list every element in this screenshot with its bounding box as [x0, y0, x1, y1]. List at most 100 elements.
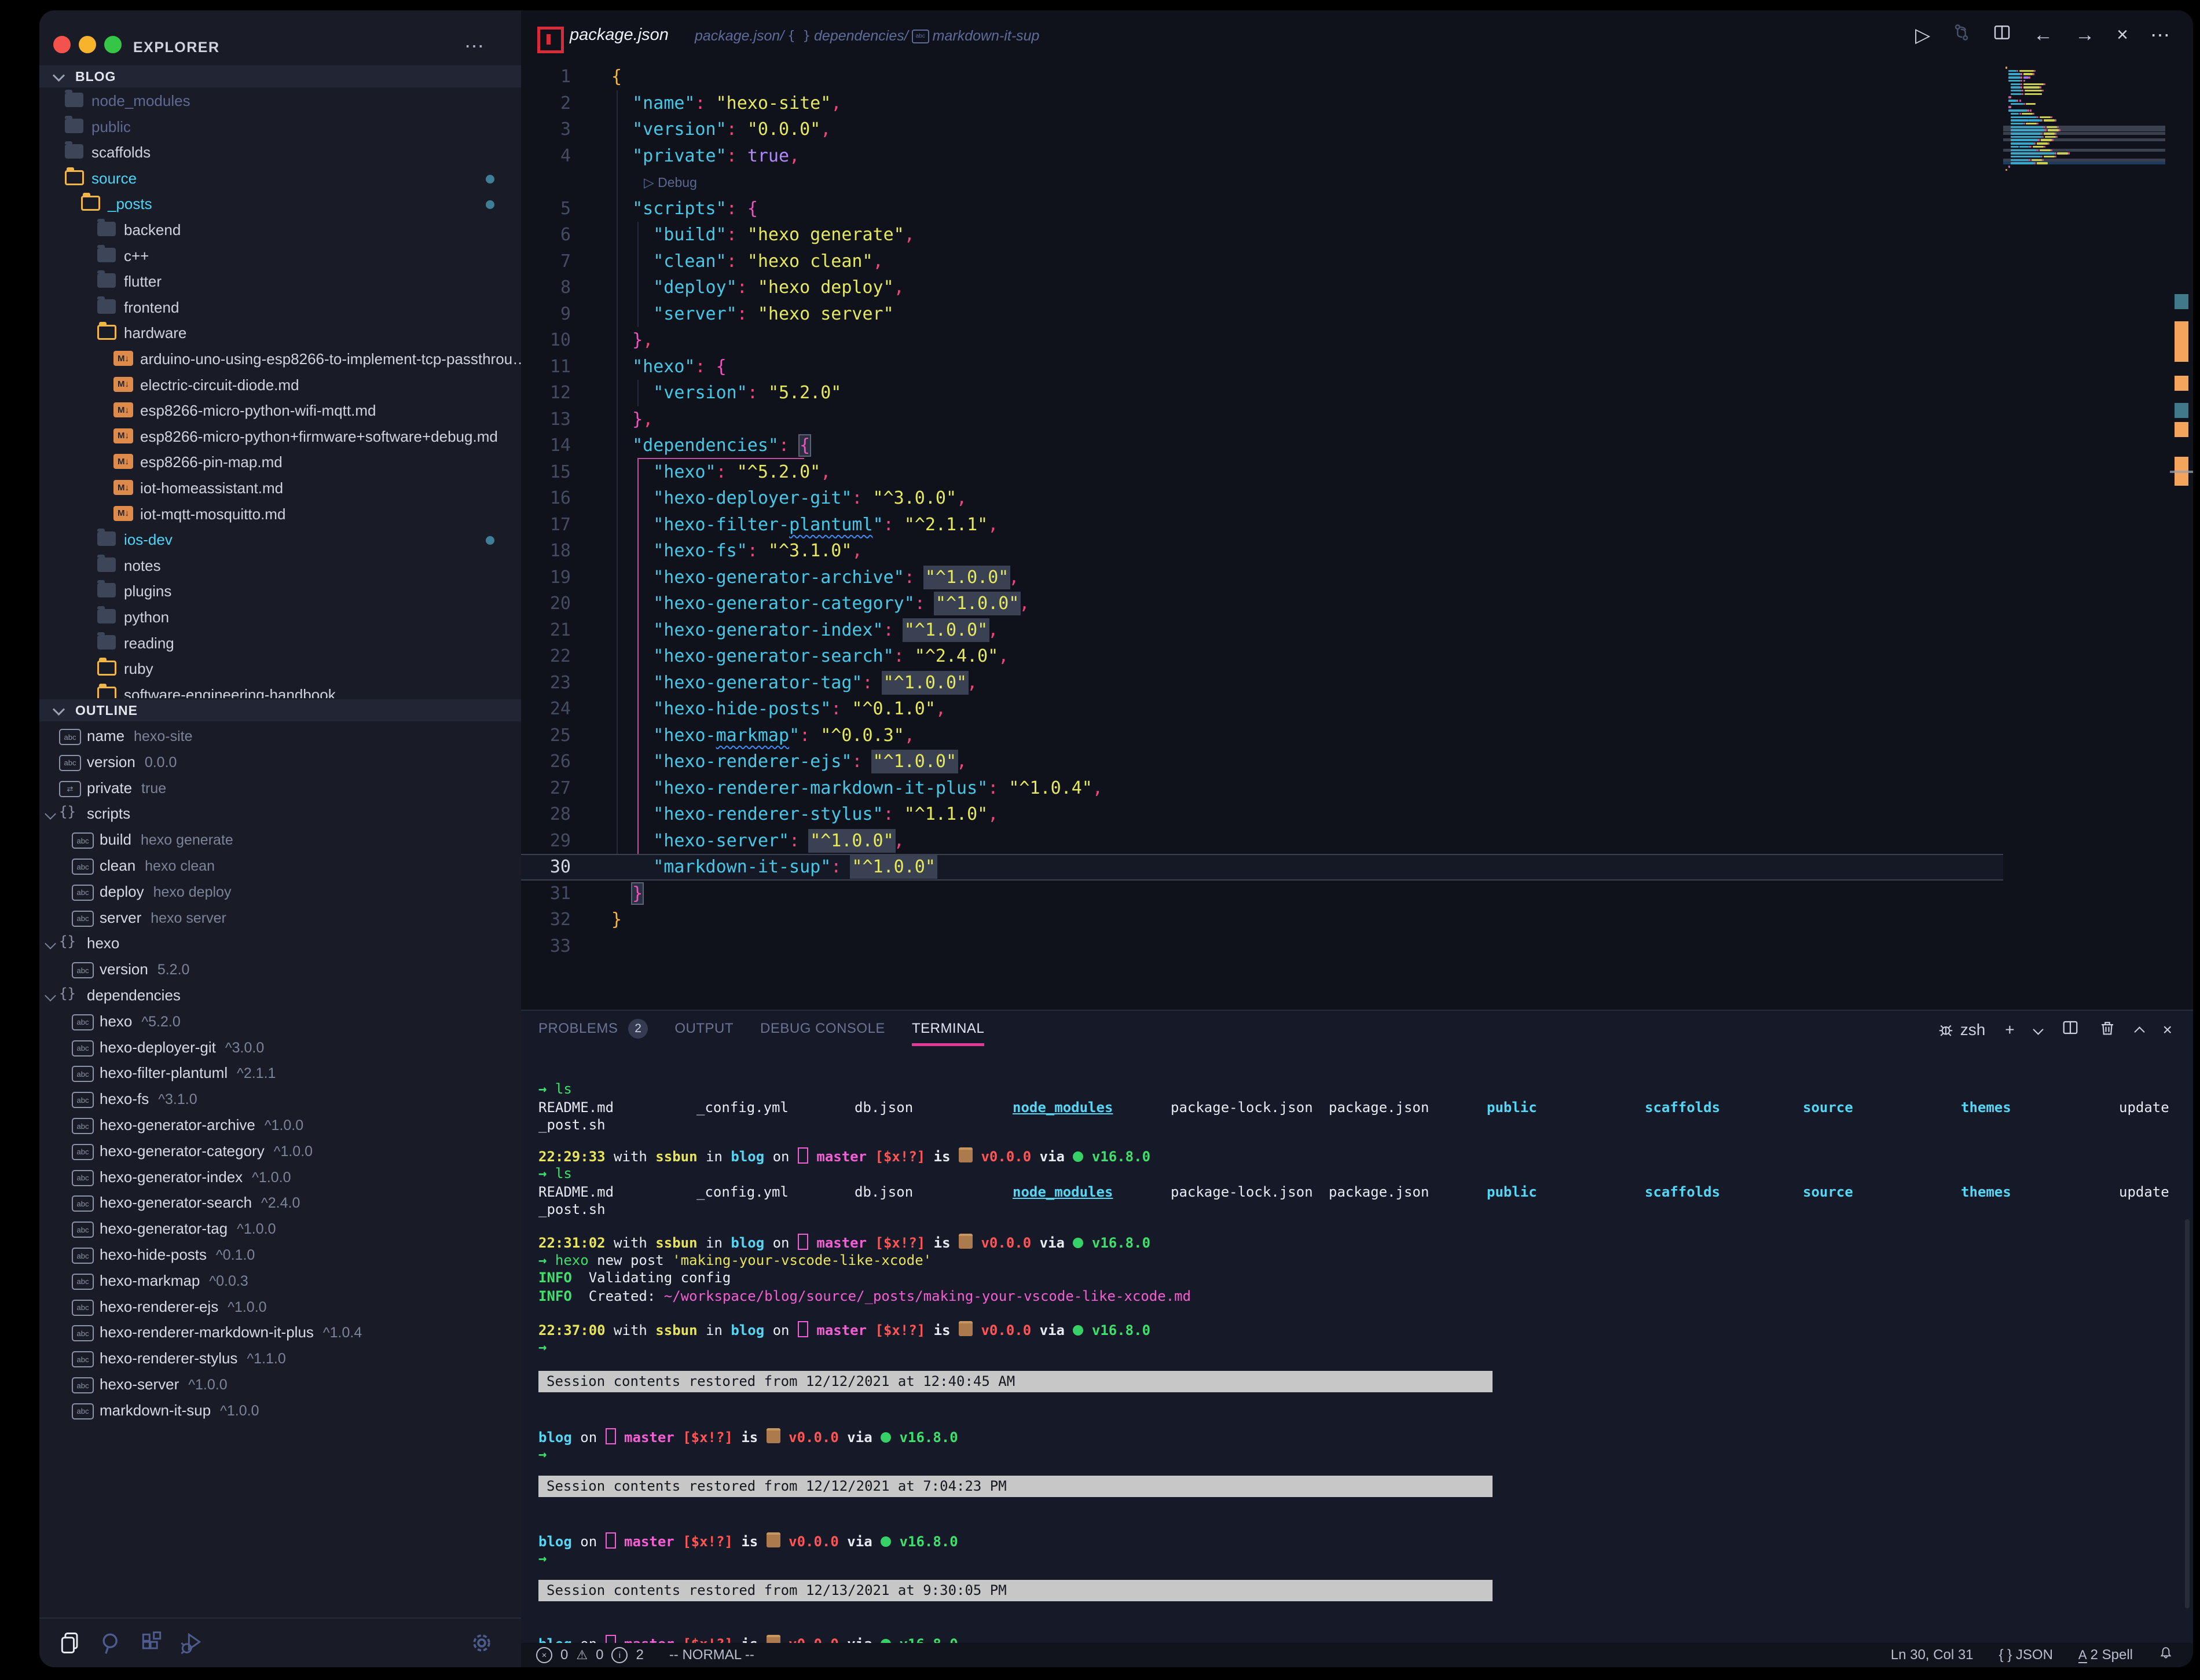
tree-item[interactable]: plugins: [39, 578, 521, 604]
tree-item[interactable]: ios-dev: [39, 527, 521, 552]
breadcrumb-dependencies[interactable]: dependencies/: [814, 28, 908, 45]
code-line[interactable]: 28 "hexo-renderer-stylus": "^1.1.0",: [521, 801, 2193, 828]
split-editor-icon[interactable]: [1993, 23, 2011, 47]
tree-item[interactable]: _posts: [39, 191, 521, 217]
code-line[interactable]: 2 "name": "hexo-site",: [521, 90, 2193, 117]
split-terminal-icon[interactable]: [2062, 1019, 2079, 1040]
code-line[interactable]: 4 "private": true,: [521, 143, 2193, 170]
tree-item[interactable]: source: [39, 166, 521, 191]
code-line[interactable]: 23 "hexo-generator-tag": "^1.0.0",: [521, 670, 2193, 696]
errors-count[interactable]: 0: [560, 1647, 568, 1663]
outline-item[interactable]: abc hexo-generator-tag ^1.0.0: [39, 1216, 521, 1241]
extensions-icon[interactable]: [139, 1630, 164, 1656]
code-line[interactable]: 25 "hexo-markmap": "^0.0.3",: [521, 722, 2193, 749]
new-terminal-icon[interactable]: +: [2005, 1021, 2014, 1039]
section-header-outline[interactable]: OUTLINE: [39, 699, 521, 721]
tree-item[interactable]: M↓ esp8266-micro-python-wifi-mqtt.md: [39, 398, 521, 423]
tree-item[interactable]: M↓ arduino-uno-using-esp8266-to-implement…: [39, 346, 521, 372]
code-line[interactable]: 24 "hexo-hide-posts": "^0.1.0",: [521, 696, 2193, 722]
code-line[interactable]: 14 "dependencies": {: [521, 432, 2193, 459]
tree-item[interactable]: software-engineering-handbook: [39, 682, 521, 698]
code-line[interactable]: 8 "deploy": "hexo deploy",: [521, 274, 2193, 301]
outline-item[interactable]: {} scripts: [39, 801, 521, 826]
cursor-position[interactable]: Ln 30, Col 31: [1891, 1647, 1974, 1663]
breadcrumb-symbol[interactable]: markdown-it-sup: [933, 28, 1040, 45]
tree-item[interactable]: frontend: [39, 295, 521, 320]
panel-tab-problems[interactable]: PROBLEMS: [538, 1021, 618, 1037]
errors-icon[interactable]: ×: [536, 1647, 552, 1663]
code-line[interactable]: 19 "hexo-generator-archive": "^1.0.0",: [521, 564, 2193, 591]
panel-tab-output[interactable]: OUTPUT: [674, 1021, 734, 1037]
tree-item[interactable]: M↓ esp8266-micro-python+firmware+software…: [39, 424, 521, 449]
outline-item[interactable]: abc hexo-generator-category ^1.0.0: [39, 1138, 521, 1164]
outline-item[interactable]: {} dependencies: [39, 982, 521, 1008]
editor-more-icon[interactable]: ⋯: [2150, 24, 2170, 47]
tree-item[interactable]: hardware: [39, 320, 521, 346]
notifications-bell-icon[interactable]: [2158, 1646, 2173, 1665]
tree-item[interactable]: python: [39, 604, 521, 630]
outline-item[interactable]: abc hexo-renderer-ejs ^1.0.0: [39, 1294, 521, 1319]
code-line[interactable]: 30 "markdown-it-sup": "^1.0.0": [521, 854, 2003, 881]
outline-item[interactable]: abc clean hexo clean: [39, 853, 521, 878]
code-line[interactable]: 17 "hexo-filter-plantuml": "^2.1.1",: [521, 512, 2193, 538]
code-line[interactable]: 27 "hexo-renderer-markdown-it-plus": "^1…: [521, 775, 2193, 802]
outline-item[interactable]: abc version 5.2.0: [39, 956, 521, 982]
outline-item[interactable]: abc hexo-renderer-stylus ^1.1.0: [39, 1345, 521, 1371]
code-line[interactable]: 9 "server": "hexo server": [521, 301, 2193, 328]
code-line[interactable]: 5 "scripts": {: [521, 196, 2193, 222]
code-line[interactable]: 15 "hexo": "^5.2.0",: [521, 459, 2193, 486]
more-actions-icon[interactable]: ⋯: [464, 35, 485, 58]
explorer-icon[interactable]: [58, 1630, 83, 1656]
info-icon[interactable]: i: [611, 1647, 628, 1663]
code-line[interactable]: 18 "hexo-fs": "^3.1.0",: [521, 538, 2193, 564]
code-line[interactable]: 22 "hexo-generator-search": "^2.4.0",: [521, 643, 2193, 670]
close-editor-icon[interactable]: ×: [2117, 24, 2128, 46]
tree-item[interactable]: reading: [39, 630, 521, 656]
code-editor[interactable]: 1{2 "name": "hexo-site", 3 "version": "0.…: [521, 64, 2193, 1010]
maximize-panel-icon[interactable]: [2133, 1026, 2145, 1037]
gear-icon[interactable]: [469, 1630, 494, 1656]
warnings-icon[interactable]: ⚠: [576, 1648, 588, 1663]
outline-item[interactable]: {} hexo: [39, 930, 521, 956]
terminal-scrollbar[interactable]: [2185, 1219, 2190, 1608]
warnings-count[interactable]: 0: [596, 1647, 603, 1663]
outline-item[interactable]: abc server hexo server: [39, 905, 521, 930]
tree-item[interactable]: scaffolds: [39, 140, 521, 165]
code-line[interactable]: 31 }: [521, 881, 2193, 907]
code-line[interactable]: 21 "hexo-generator-index": "^1.0.0",: [521, 617, 2193, 644]
code-line[interactable]: 7 "clean": "hexo clean",: [521, 248, 2193, 275]
minimize-button[interactable]: [79, 36, 96, 53]
close-button[interactable]: [53, 36, 71, 53]
code-line[interactable]: 16 "hexo-deployer-git": "^3.0.0",: [521, 485, 2193, 512]
outline-item[interactable]: abc hexo-hide-posts ^0.1.0: [39, 1242, 521, 1267]
outline-item[interactable]: abc build hexo generate: [39, 827, 521, 852]
outline-item[interactable]: abc deploy hexo deploy: [39, 879, 521, 904]
code-line[interactable]: 29 "hexo-server": "^1.0.0",: [521, 828, 2193, 854]
zoom-button[interactable]: [104, 36, 122, 53]
tree-item[interactable]: node_modules: [39, 88, 521, 113]
section-header-blog[interactable]: BLOG: [39, 65, 521, 87]
code-line[interactable]: 13 },: [521, 406, 2193, 433]
panel-tab-terminal[interactable]: TERMINAL: [911, 1021, 985, 1046]
outline-item[interactable]: abc hexo-fs ^3.1.0: [39, 1086, 521, 1112]
close-panel-icon[interactable]: ×: [2163, 1021, 2172, 1039]
code-line[interactable]: 10 },: [521, 327, 2193, 354]
codelens[interactable]: ▷ Debug: [521, 169, 2193, 196]
code-line[interactable]: 33: [521, 933, 2193, 960]
tree-item[interactable]: flutter: [39, 269, 521, 294]
outline-item[interactable]: abc hexo-markmap ^0.0.3: [39, 1268, 521, 1293]
breadcrumb[interactable]: package.json/ { } dependencies/ abc mark…: [695, 28, 1039, 45]
code-line[interactable]: 6 "build": "hexo generate",: [521, 222, 2193, 248]
code-line[interactable]: 12 "version": "5.2.0": [521, 380, 2193, 406]
minimap[interactable]: [2003, 66, 2165, 205]
outline-item[interactable]: abc hexo ^5.2.0: [39, 1008, 521, 1034]
outline-item[interactable]: abc hexo-filter-plantuml ^2.1.1: [39, 1060, 521, 1085]
search-icon[interactable]: [98, 1630, 124, 1656]
outline-item[interactable]: abc hexo-deployer-git ^3.0.0: [39, 1035, 521, 1060]
outline-item[interactable]: abc name hexo-site: [39, 723, 521, 749]
run-button[interactable]: ▷: [1915, 24, 1930, 47]
back-icon[interactable]: ←: [2033, 24, 2053, 46]
kill-terminal-icon[interactable]: [2099, 1019, 2116, 1040]
code-line[interactable]: 26 "hexo-renderer-ejs": "^1.0.0",: [521, 749, 2193, 775]
outline-item[interactable]: abc hexo-generator-index ^1.0.0: [39, 1164, 521, 1190]
